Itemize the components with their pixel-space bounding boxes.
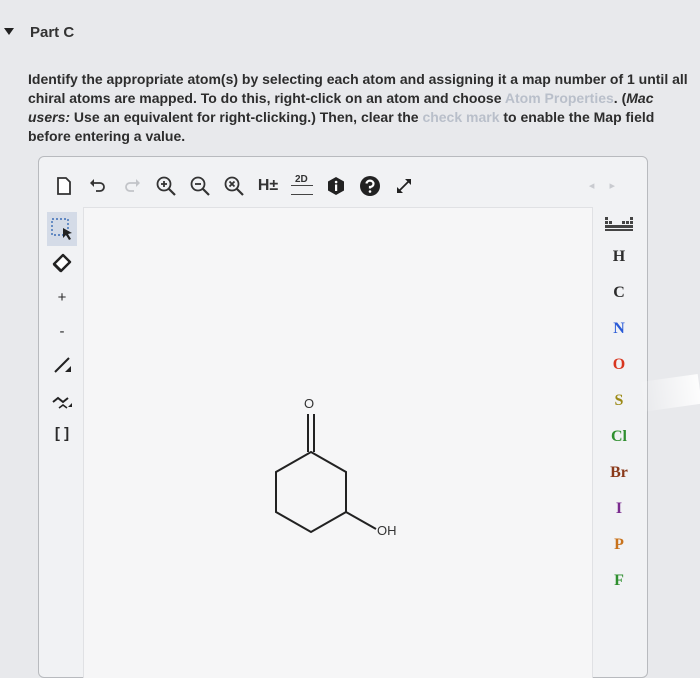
element-C-button[interactable]: C — [595, 275, 643, 311]
zoom-in-icon[interactable] — [153, 173, 179, 199]
redo-icon[interactable] — [119, 173, 145, 199]
clean-2d-button[interactable]: 2D — [289, 173, 315, 199]
element-O-button[interactable]: O — [595, 347, 643, 383]
molecule-editor: H± 2D ◂ ▸ + - [ ] O OH H C N O S Cl Br I… — [38, 156, 648, 678]
molecule-drawing[interactable]: O OH — [84, 208, 592, 678]
periodic-table-icon[interactable] — [595, 209, 643, 239]
element-I-button[interactable]: I — [595, 491, 643, 527]
left-toolbar: + - [ ] — [47, 212, 77, 450]
element-S-button[interactable]: S — [595, 383, 643, 419]
instructions-text: Identify the appropriate atom(s) by sele… — [28, 70, 693, 146]
eraser-icon[interactable] — [47, 246, 77, 280]
cyclohexane-ring[interactable] — [275, 450, 347, 534]
bracket-tool[interactable]: [ ] — [47, 416, 77, 450]
single-bond-tool-icon[interactable] — [47, 348, 77, 382]
drawing-canvas[interactable]: O OH — [83, 207, 593, 678]
element-N-button[interactable]: N — [595, 311, 643, 347]
panel-nav-arrows[interactable]: ◂ ▸ — [589, 179, 621, 192]
zoom-out-icon[interactable] — [187, 173, 213, 199]
atom-properties-link: Atom Properties — [504, 90, 614, 106]
check-mark-link: check mark — [422, 109, 500, 125]
hydroxyl-label[interactable]: OH — [377, 523, 397, 538]
charge-plus-label: + — [57, 288, 67, 306]
clean-2d-lines-icon — [291, 185, 313, 195]
hydrogen-toggle-button[interactable]: H± — [255, 173, 281, 199]
hydroxyl-bond[interactable] — [345, 511, 377, 530]
zoom-reset-icon[interactable] — [221, 173, 247, 199]
bracket-label: [ ] — [54, 424, 70, 442]
element-F-button[interactable]: F — [595, 563, 643, 599]
element-Br-button[interactable]: Br — [595, 455, 643, 491]
chain-tool-icon[interactable] — [47, 382, 77, 416]
charge-minus-tool[interactable]: - — [47, 314, 77, 348]
element-H-button[interactable]: H — [595, 239, 643, 275]
carbonyl-oxygen-label[interactable]: O — [304, 396, 314, 411]
top-toolbar: H± 2D — [51, 169, 417, 203]
part-title: Part C — [30, 24, 75, 41]
element-toolbar: H C N O S Cl Br I P F — [595, 209, 643, 599]
instructions-part3: Use an equivalent for right-clicking.) T… — [70, 109, 423, 125]
info-icon[interactable] — [323, 173, 349, 199]
carbonyl-double-bond[interactable] — [307, 414, 315, 452]
element-P-button[interactable]: P — [595, 527, 643, 563]
element-Cl-button[interactable]: Cl — [595, 419, 643, 455]
charge-minus-label: - — [59, 322, 65, 340]
help-icon[interactable] — [357, 173, 383, 199]
charge-plus-tool[interactable]: + — [47, 280, 77, 314]
collapse-arrow-icon[interactable] — [4, 28, 14, 35]
selection-tool-icon[interactable] — [47, 212, 77, 246]
instructions-part2: . ( — [613, 90, 627, 106]
fullscreen-icon[interactable] — [391, 173, 417, 199]
clean-2d-label: 2D — [295, 174, 308, 185]
undo-icon[interactable] — [85, 173, 111, 199]
new-document-icon[interactable] — [51, 173, 77, 199]
